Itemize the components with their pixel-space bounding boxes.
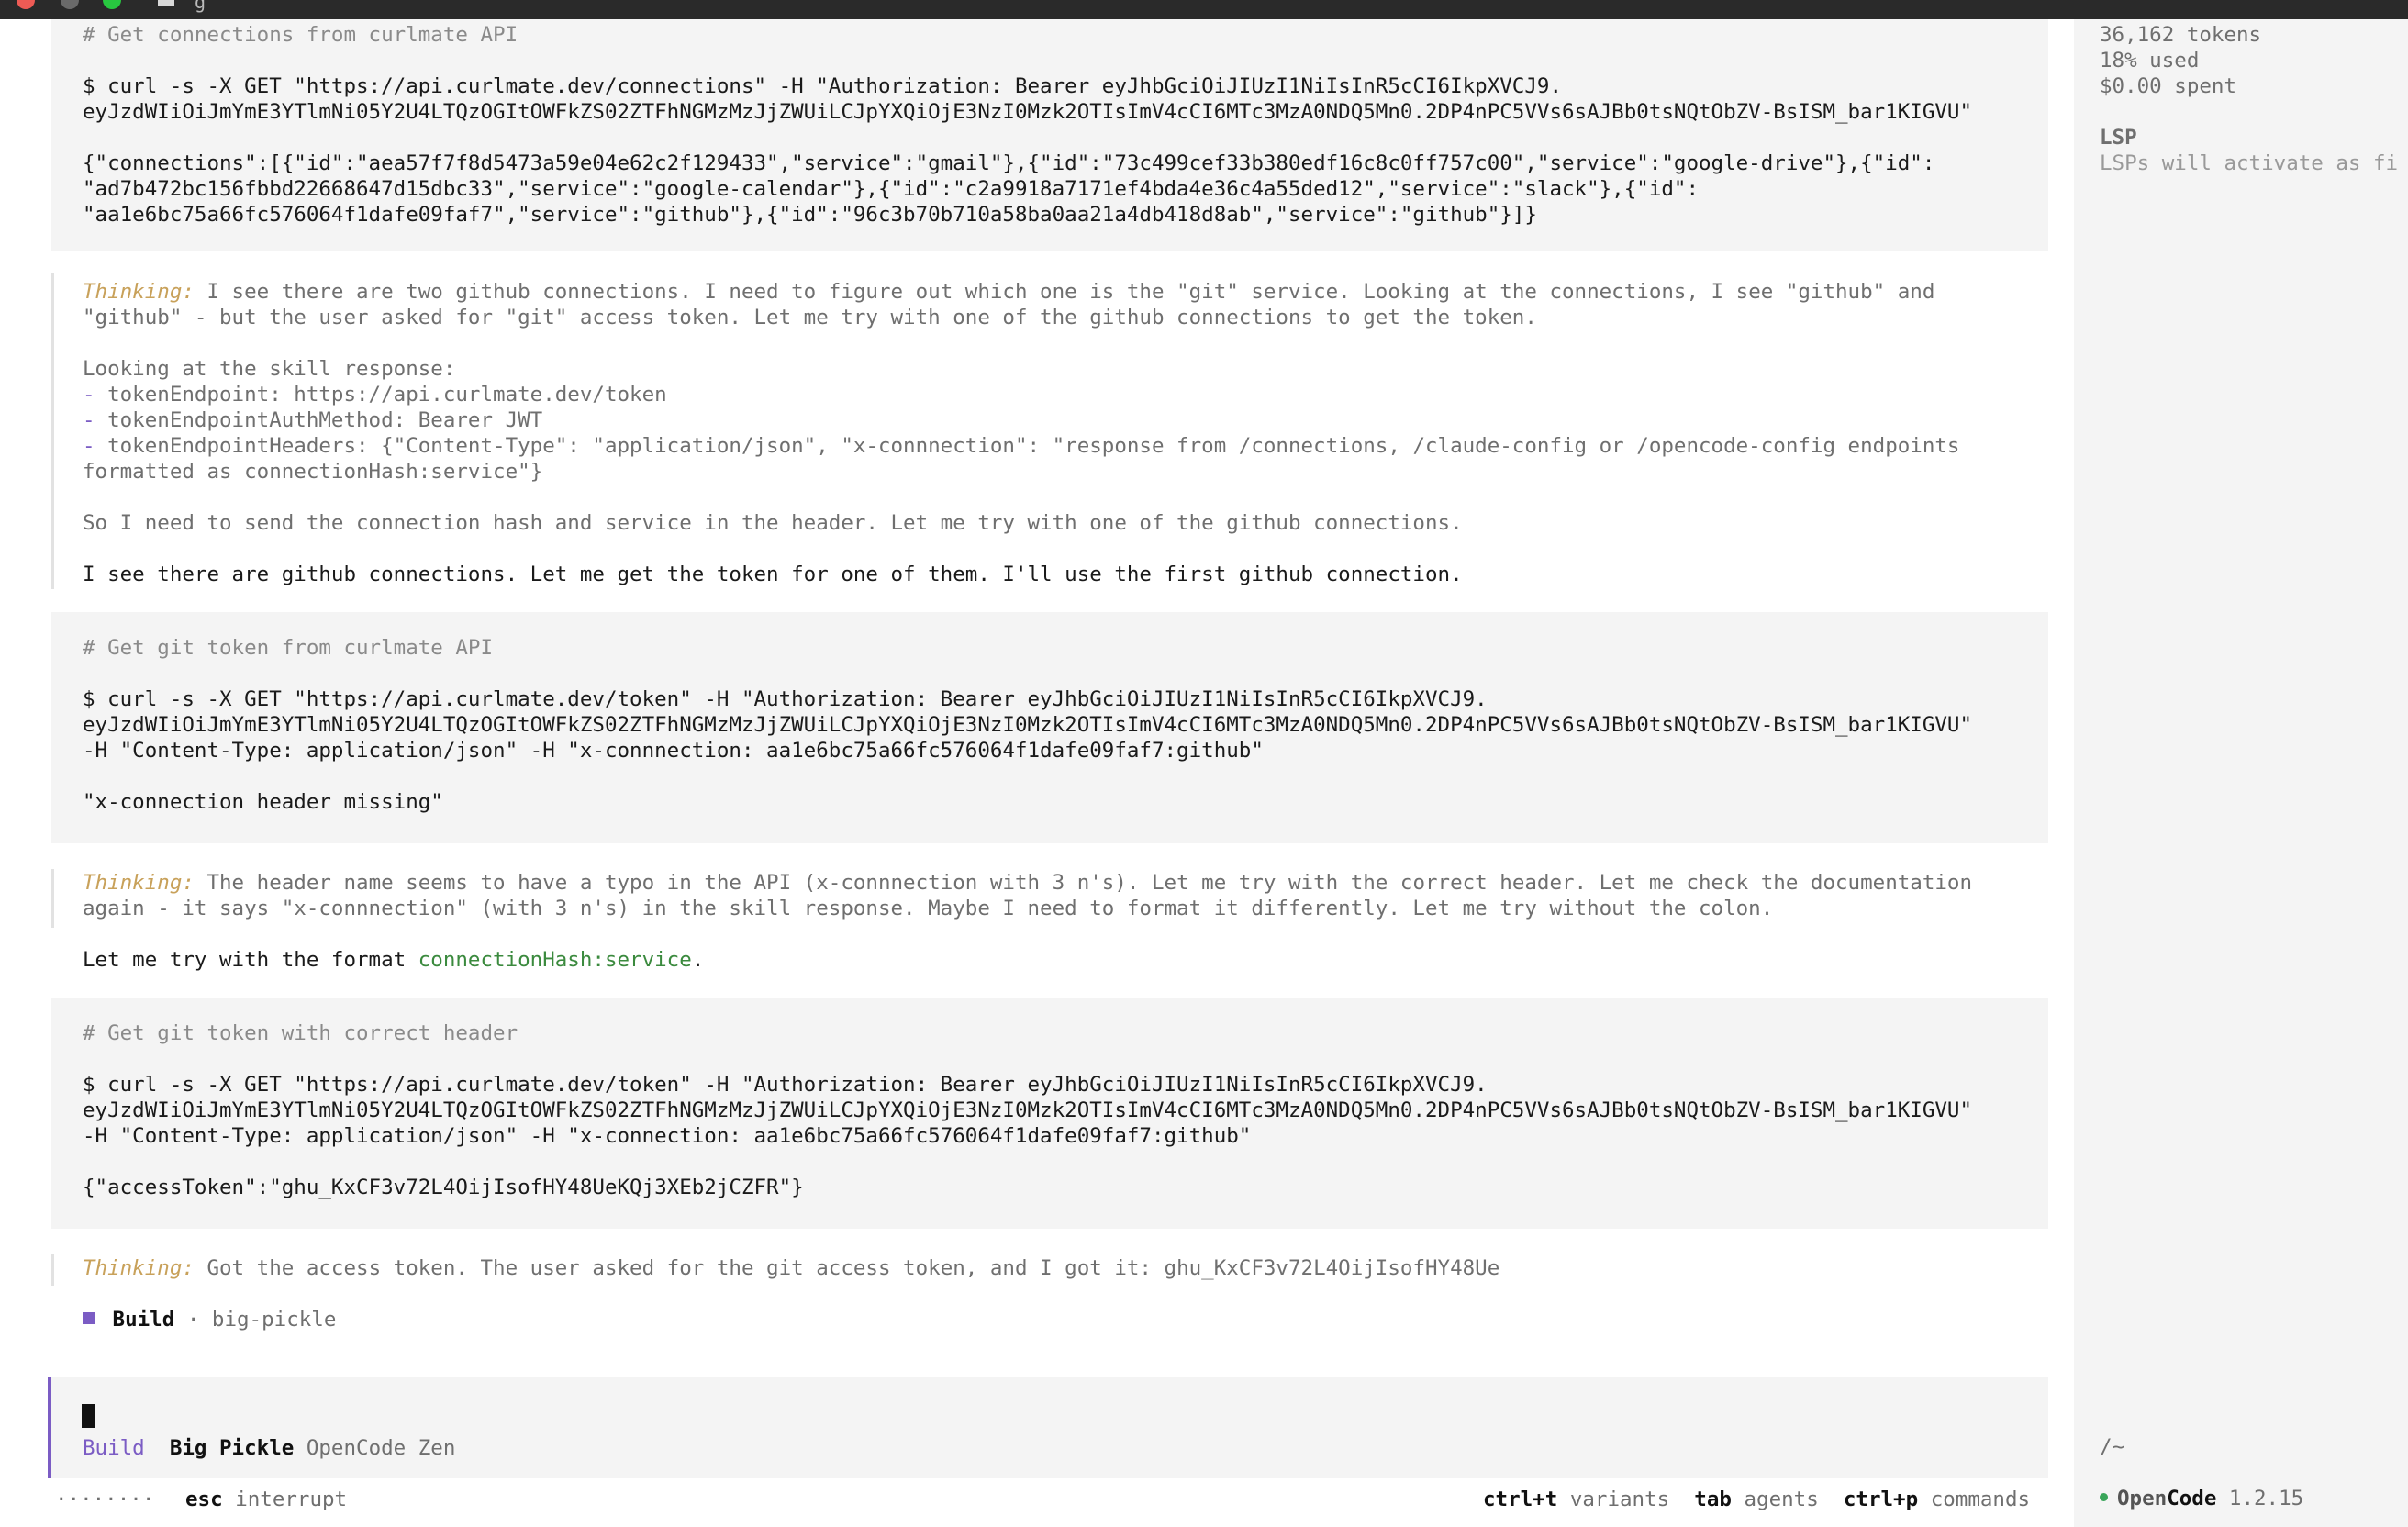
thinking-line: "github" - but the user asked for "git" …: [83, 306, 1537, 329]
status-dot-icon: [2100, 1493, 2108, 1501]
thinking-label: Thinking:: [83, 871, 195, 895]
command-line: $ curl -s -X GET "https://api.curlmate.d…: [83, 1073, 1488, 1097]
command-line: $ curl -s -X GET "https://api.curlmate.d…: [83, 74, 1562, 98]
terminal-tab-icon: [158, 0, 174, 6]
app-version: OpenCode 1.2.15: [2100, 1486, 2303, 1511]
thinking-bar: [51, 273, 54, 589]
thinking-line: Thinking: Got the access token. The user…: [83, 1256, 1500, 1280]
command-line: -H "Content-Type: application/json" -H "…: [83, 1124, 1252, 1148]
tab-title: g: [195, 0, 206, 13]
prompt-input[interactable]: [48, 1377, 2048, 1478]
cost-spent: $0.00 spent: [2100, 74, 2237, 98]
command-output: "x-connection header missing": [83, 790, 443, 814]
tool-output-block: # Get git token from curlmate API $ curl…: [51, 612, 2048, 843]
text-cursor: [82, 1404, 95, 1428]
shortcut-hints: ctrl+t variants tab agents ctrl+p comman…: [1483, 1488, 2031, 1511]
tool-output-block: # Get connections from curlmate API $ cu…: [51, 19, 2048, 251]
command-comment: # Get connections from curlmate API: [83, 23, 518, 47]
lsp-status: LSPs will activate as fi: [2100, 151, 2399, 175]
command-output: "aa1e6bc75a66fc576064f1dafe09faf7","serv…: [83, 203, 1537, 227]
shortcut-agents[interactable]: tab: [1694, 1488, 1732, 1511]
window-titlebar: g: [0, 0, 2408, 19]
thinking-bar: [51, 1254, 54, 1286]
thinking-line: again - it says "x-connnection" (with 3 …: [83, 897, 1774, 920]
zoom-window-icon[interactable]: [103, 0, 121, 9]
model-name[interactable]: Big Pickle: [170, 1436, 294, 1460]
shortcut-commands[interactable]: ctrl+p: [1844, 1488, 1918, 1511]
close-window-icon[interactable]: [17, 0, 35, 9]
command-line: eyJzdWIiOiJmYmE3YTlmNi05Y2U4LTQzOGItOWFk…: [83, 1098, 1973, 1122]
assistant-message: I see there are github connections. Let …: [83, 563, 1463, 586]
agent-mode[interactable]: Build: [83, 1436, 145, 1460]
thinking-bullet: - tokenEndpoint: https://api.curlmate.de…: [83, 383, 667, 407]
token-count: 36,162 tokens: [2100, 23, 2262, 47]
sidebar: [2074, 19, 2408, 1527]
prompt-accent-bar: [48, 1377, 51, 1478]
command-output: {"accessToken":"ghu_KxCF3v72L4OijIsofHY4…: [83, 1176, 804, 1199]
assistant-message: Let me try with the format connectionHas…: [83, 948, 705, 972]
model-provider: OpenCode Zen: [306, 1436, 456, 1460]
thinking-bullet: - tokenEndpointHeaders: {"Content-Type":…: [83, 434, 1960, 458]
tool-output-block: # Get git token with correct header $ cu…: [51, 998, 2048, 1229]
working-directory: /~: [2100, 1435, 2125, 1459]
spinner: ········: [55, 1488, 155, 1511]
thinking-line: formatted as connectionHash:service"}: [83, 460, 543, 484]
command-output: "ad7b472bc156fbbd22668647d15dbc33","serv…: [83, 177, 1699, 201]
build-square-icon: [83, 1312, 95, 1324]
command-comment: # Get git token with correct header: [83, 1021, 518, 1045]
inline-code: connectionHash:service: [418, 948, 692, 972]
command-line: -H "Content-Type: application/json" -H "…: [83, 739, 1264, 763]
command-line: eyJzdWIiOiJmYmE3YTlmNi05Y2U4LTQzOGItOWFk…: [83, 100, 1973, 124]
command-line: $ curl -s -X GET "https://api.curlmate.d…: [83, 687, 1488, 711]
command-comment: # Get git token from curlmate API: [83, 636, 494, 660]
thinking-bar: [51, 869, 54, 928]
thinking-label: Thinking:: [83, 280, 195, 304]
command-line: eyJzdWIiOiJmYmE3YTlmNi05Y2U4LTQzOGItOWFk…: [83, 713, 1973, 737]
thinking-line: Thinking: I see there are two github con…: [83, 280, 1935, 304]
thinking-line: Looking at the skill response:: [83, 357, 456, 381]
context-used: 18% used: [2100, 49, 2200, 72]
build-status: Build · big-pickle: [83, 1307, 336, 1332]
lsp-title: LSP: [2100, 126, 2137, 150]
thinking-line: So I need to send the connection hash an…: [83, 511, 1463, 535]
thinking-label: Thinking:: [83, 1256, 195, 1280]
thinking-line: Thinking: The header name seems to have …: [83, 871, 1973, 895]
minimize-window-icon[interactable]: [61, 0, 79, 9]
shortcut-variants[interactable]: ctrl+t: [1483, 1488, 1557, 1511]
thinking-bullet: - tokenEndpointAuthMethod: Bearer JWT: [83, 408, 543, 432]
transcript-pane[interactable]: # Get connections from curlmate API $ cu…: [0, 19, 2074, 1527]
command-output: {"connections":[{"id":"aea57f7f8d5473a59…: [83, 151, 1935, 175]
prompt-mode-line: Build Big Pickle OpenCode Zen: [83, 1435, 455, 1461]
interrupt-hint[interactable]: esc interrupt: [185, 1487, 347, 1512]
